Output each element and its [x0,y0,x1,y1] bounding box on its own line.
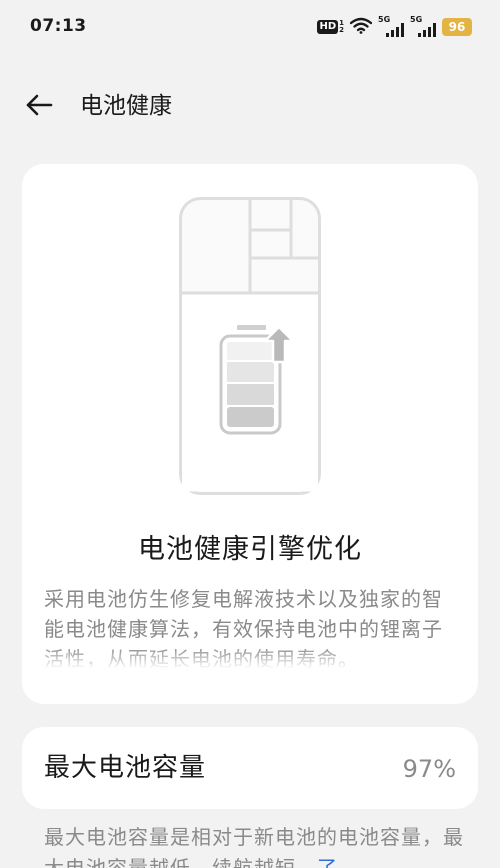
page-title: 电池健康 [80,93,172,119]
max-capacity-row[interactable]: 最大电池容量 97% [22,727,478,809]
signal-icon: 5G [378,15,404,37]
hd-label: HD [317,20,339,34]
max-capacity-value: 97% [402,755,456,783]
hd-voice-icon: HD 1 2 [317,20,344,34]
hd-sub: 1 2 [339,20,344,34]
status-bar: 07:13 HD 1 2 5G 5G 96 [0,0,500,56]
feature-title: 电池健康引擎优化 [138,534,362,565]
battery-icon: 96 [442,18,472,36]
learn-more-link[interactable]: 了 [317,856,338,868]
arrow-left-icon [26,94,53,116]
status-time: 07:13 [30,16,87,36]
max-capacity-label: 最大电池容量 [44,753,207,783]
hd-sub-bottom: 2 [339,26,344,34]
feature-card: 电池健康引擎优化 采用电池仿生修复电解液技术以及独家的智能电池健康算法，有效保持… [22,164,478,704]
text-fade [44,647,456,669]
back-button[interactable] [24,90,54,120]
signal-icon: 5G [410,15,436,37]
status-icons: HD 1 2 5G 5G 96 [317,15,472,38]
capacity-note-text: 最大电池容量是相对于新电池的电池容量，最大电池容量越低，续航越短。 [44,825,464,868]
capacity-note: 最大电池容量是相对于新电池的电池容量，最大电池容量越低，续航越短。了 [44,822,464,868]
wifi-icon [349,17,373,38]
phone-battery-charge-illustration [179,197,321,495]
feature-description-container: 采用电池仿生修复电解液技术以及独家的智能电池健康算法，有效保持电池中的锂离子活性… [44,584,456,669]
